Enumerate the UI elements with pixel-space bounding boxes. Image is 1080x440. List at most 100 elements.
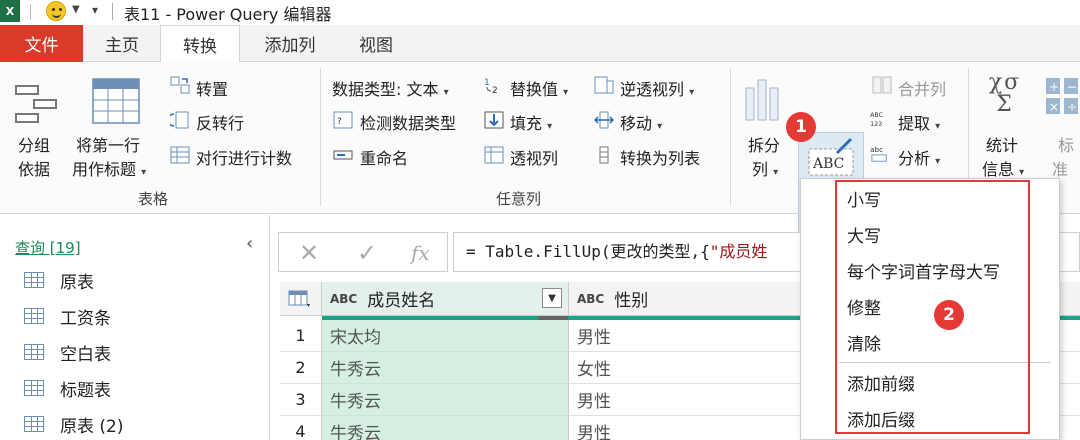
pivot-label: 透视列 — [510, 149, 559, 168]
svg-text:ABC: ABC — [812, 156, 844, 172]
group-by-icon — [15, 85, 57, 123]
menu-item-clean[interactable]: 清除 — [847, 325, 881, 359]
svg-text:2: 2 — [492, 86, 498, 94]
window-title: 表11 - Power Query 编辑器 — [124, 5, 332, 24]
tab-file[interactable]: 文件 — [0, 25, 83, 62]
tab-view[interactable]: 视图 — [340, 25, 412, 62]
extract-label: 提取 ▾ — [898, 114, 941, 133]
detect-type-icon: ? — [333, 111, 353, 129]
count-rows-icon — [170, 146, 190, 164]
menu-item-uppercase[interactable]: 大写 — [847, 217, 881, 251]
menu-separator — [839, 362, 1051, 363]
tab-add-column[interactable]: 添加列 — [248, 25, 332, 62]
svg-text:▾: ▾ — [307, 302, 310, 308]
ribbon-separator — [730, 68, 731, 206]
convert-to-list-label: 转换为列表 — [620, 149, 701, 168]
standard-icon: + − × ÷ — [1046, 78, 1078, 114]
table-icon — [24, 344, 44, 360]
parse-icon: abc — [870, 145, 887, 162]
svg-text:÷: ÷ — [1067, 100, 1077, 114]
table-icon — [24, 416, 44, 432]
feedback-caret-icon[interactable]: ▼ — [72, 4, 80, 15]
titlebar-separator-2 — [112, 3, 113, 20]
column-header-label: 性别 — [614, 291, 649, 311]
svg-text:123: 123 — [870, 121, 882, 128]
group-label-any-column: 任意列 — [496, 190, 542, 208]
group-label-table: 表格 — [138, 190, 169, 208]
group-by-label-2: 依据 — [18, 160, 51, 179]
excel-icon[interactable]: X — [0, 0, 20, 22]
ribbon-tabs: 文件 主页 转换 添加列 视图 — [0, 25, 1080, 63]
column-header-name[interactable]: ABC 成员姓名 ▼ — [322, 282, 569, 316]
queries-pane: 查询 [19] ‹ 原表 工资条 空白表 标题表 原表 (2) — [0, 215, 270, 440]
table-icon — [24, 308, 44, 324]
ribbon-separator — [320, 68, 321, 206]
row-number: 1 — [280, 320, 322, 352]
query-item[interactable]: 空白表 — [24, 337, 111, 367]
rename-icon — [333, 150, 353, 160]
title-bar: X ▼ ▾ 表11 - Power Query 编辑器 — [0, 0, 1080, 24]
standard-label-1: 标 — [1058, 136, 1075, 155]
feedback-smiley-icon[interactable] — [46, 1, 66, 21]
table-menu-button[interactable]: ▾ — [280, 282, 322, 316]
detect-data-type-label: 检测数据类型 — [360, 114, 457, 133]
row-number: 3 — [280, 384, 322, 416]
table-cell[interactable]: 牛秀云 — [322, 416, 569, 440]
extract-icon: ABC 123 — [870, 112, 884, 128]
table-cell[interactable]: 牛秀云 — [322, 384, 569, 416]
split-column-label-1: 拆分 — [748, 136, 781, 155]
split-column-icon — [745, 79, 779, 121]
menu-item-lowercase[interactable]: 小写 — [847, 181, 881, 215]
menu-item-add-prefix[interactable]: 添加前缀 — [847, 365, 915, 399]
menu-item-add-suffix[interactable]: 添加后缀 — [847, 401, 915, 435]
use-first-row-label-1: 将第一行 — [76, 136, 141, 155]
query-item-label: 原表 — [60, 272, 94, 293]
confirm-formula-icon[interactable]: ✓ — [357, 239, 377, 267]
menu-item-trim[interactable]: 修整 — [847, 289, 881, 323]
callout-2: 2 — [934, 300, 964, 330]
merge-columns-icon — [872, 76, 892, 94]
replace-values-icon: 1 2 — [484, 78, 498, 94]
quick-access-customize-icon[interactable]: ▾ — [92, 3, 98, 17]
table-header-icon — [92, 78, 140, 124]
query-item[interactable]: 原表 — [24, 265, 94, 295]
queries-header[interactable]: 查询 [19] — [15, 237, 81, 258]
cancel-formula-icon[interactable]: ✕ — [299, 239, 319, 267]
data-type-label: 数据类型: 文本 ▾ — [332, 80, 449, 99]
reverse-rows-label: 反转行 — [196, 114, 245, 133]
query-item-label: 空白表 — [60, 344, 111, 365]
query-item[interactable]: 标题表 — [24, 373, 111, 403]
format-text-icon: ABC — [808, 137, 854, 176]
svg-text:+: + — [1049, 80, 1059, 94]
query-item[interactable]: 工资条 — [24, 301, 111, 331]
text-type-icon[interactable]: ABC — [577, 292, 604, 306]
table-cell[interactable]: 牛秀云 — [322, 352, 569, 384]
filter-dropdown-icon[interactable]: ▼ — [542, 288, 562, 308]
table-menu-icon: ▾ — [288, 290, 310, 308]
query-item[interactable]: 原表 (2) — [24, 409, 123, 439]
fill-label: 填充 ▾ — [510, 114, 553, 133]
table-cell[interactable]: 宋太均 — [322, 320, 569, 352]
split-column-label-2: 列 ▾ — [752, 160, 779, 179]
merge-columns-label: 合并列 — [898, 80, 947, 99]
menu-item-capitalize-each-word[interactable]: 每个字词首字母大写 — [847, 253, 1000, 287]
tab-transform[interactable]: 转换 — [160, 25, 240, 63]
formula-string: "成员姓 — [709, 242, 768, 261]
svg-text:×: × — [1049, 100, 1059, 114]
titlebar-separator — [30, 4, 31, 20]
group-by-label-1: 分组 — [18, 136, 51, 155]
count-rows-label: 对行进行计数 — [196, 149, 293, 168]
svg-text:ABC: ABC — [870, 112, 884, 119]
table-icon — [24, 272, 44, 288]
fx-icon[interactable]: fx — [411, 241, 430, 265]
callout-1: 1 — [786, 112, 816, 142]
replace-values-label: 替换值 ▾ — [510, 80, 569, 99]
tab-home[interactable]: 主页 — [88, 25, 156, 62]
statistics-label-1: 统计 — [986, 136, 1019, 155]
text-type-icon[interactable]: ABC — [330, 292, 357, 306]
row-number: 4 — [280, 416, 322, 440]
collapse-pane-icon[interactable]: ‹ — [246, 233, 253, 254]
svg-text:?: ? — [337, 117, 342, 127]
transpose-label: 转置 — [196, 80, 229, 99]
query-item-label: 标题表 — [60, 380, 111, 401]
